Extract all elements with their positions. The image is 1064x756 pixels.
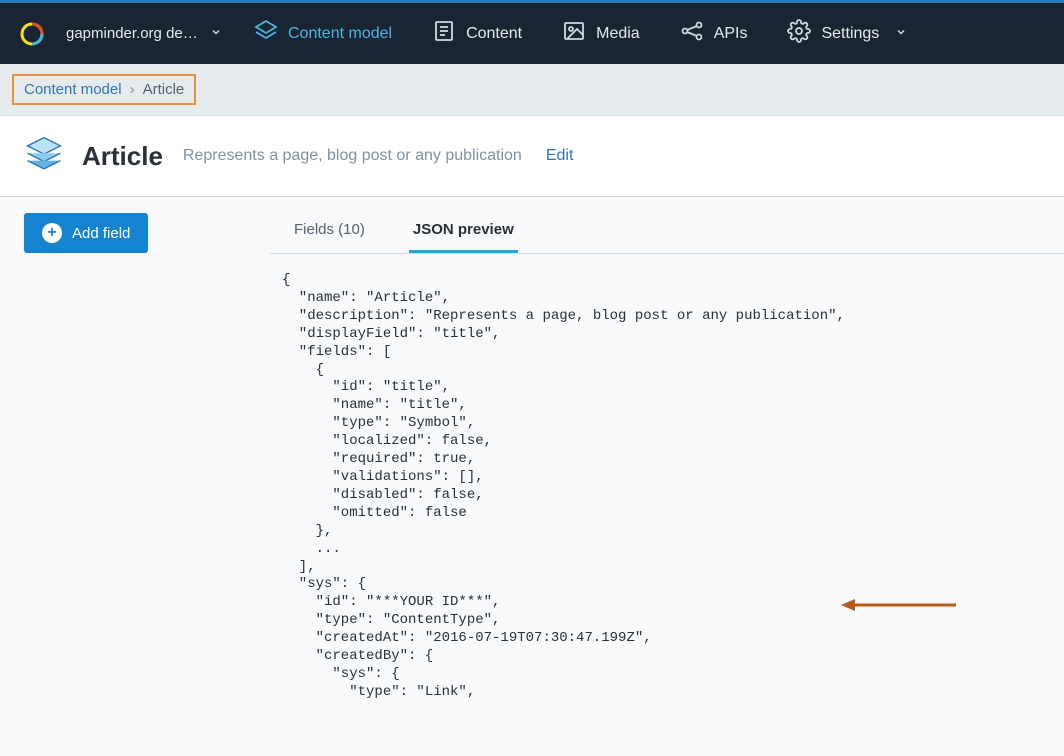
nav-apis[interactable]: APIs: [660, 3, 768, 64]
nav-media[interactable]: Media: [542, 3, 660, 64]
nav-label: Settings: [821, 25, 879, 43]
gear-icon: [787, 19, 811, 48]
nav-label: APIs: [714, 25, 748, 43]
page-description: Represents a page, blog post or any publ…: [183, 147, 522, 165]
tab-json-preview[interactable]: JSON preview: [409, 209, 518, 253]
breadcrumb: Content model › Article: [12, 74, 196, 105]
tab-fields[interactable]: Fields (10): [290, 209, 369, 253]
chevron-down-icon: [895, 25, 907, 43]
page-header: Article Represents a page, blog post or …: [0, 116, 1064, 197]
json-preview: { "name": "Article", "description": "Rep…: [270, 254, 1064, 756]
add-field-button[interactable]: + Add field: [24, 213, 148, 253]
body: + Add field Fields (10) JSON preview { "…: [0, 197, 1064, 756]
edit-link[interactable]: Edit: [546, 147, 574, 165]
nav-label: Content: [466, 25, 522, 43]
api-icon: [680, 19, 704, 48]
main: Fields (10) JSON preview { "name": "Arti…: [270, 197, 1064, 756]
space-selector[interactable]: gapminder.org develo…: [54, 3, 234, 64]
tabs: Fields (10) JSON preview: [270, 209, 1064, 254]
chevron-down-icon: [210, 25, 222, 42]
annotation-arrow-icon: [774, 580, 889, 594]
content-type-icon: [22, 134, 66, 178]
document-icon: [432, 19, 456, 48]
nav-label: Media: [596, 25, 640, 43]
top-nav: gapminder.org develo… Content model Cont…: [0, 0, 1064, 64]
space-name: gapminder.org develo…: [66, 25, 204, 42]
image-icon: [562, 19, 586, 48]
add-field-label: Add field: [72, 225, 130, 242]
app-logo-icon: [20, 22, 44, 46]
nav-content[interactable]: Content: [412, 3, 542, 64]
nav-items: Content model Content Media APIs Setting…: [234, 3, 927, 64]
breadcrumb-bar: Content model › Article: [0, 64, 1064, 116]
plus-icon: +: [42, 223, 62, 243]
nav-content-model[interactable]: Content model: [234, 3, 412, 64]
layers-icon: [254, 19, 278, 48]
chevron-right-icon: ›: [130, 81, 135, 98]
breadcrumb-current: Article: [143, 81, 185, 98]
sidebar: + Add field: [0, 197, 270, 269]
page-title: Article: [82, 141, 163, 172]
nav-settings[interactable]: Settings: [767, 3, 927, 64]
breadcrumb-root[interactable]: Content model: [24, 81, 122, 98]
nav-label: Content model: [288, 25, 392, 43]
